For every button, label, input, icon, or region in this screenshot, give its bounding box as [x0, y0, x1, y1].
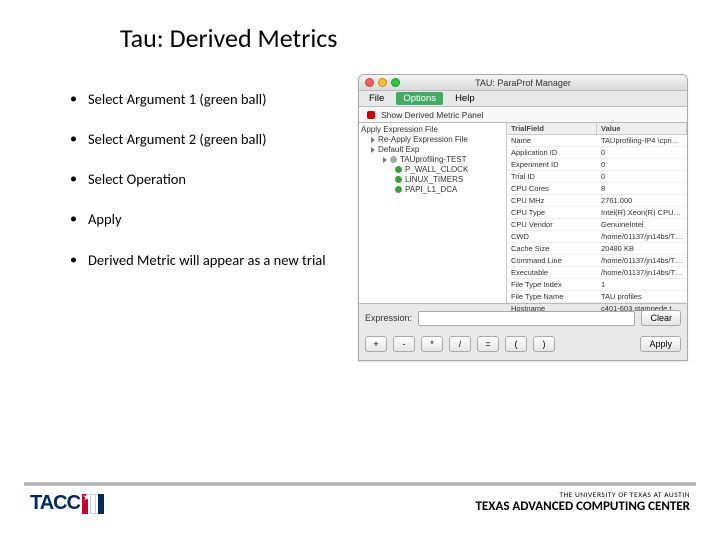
- menu-help[interactable]: Help: [455, 93, 475, 104]
- op-lparen[interactable]: (: [505, 336, 527, 352]
- record-icon[interactable]: [367, 111, 375, 119]
- bullet-item: Derived Metric will appear as a new tria…: [70, 251, 340, 291]
- metric-icon: [395, 186, 402, 193]
- table-row[interactable]: CPU VendorGenuineIntel: [507, 219, 687, 231]
- tree-panel[interactable]: Apply Expression File Re-Apply Expressio…: [359, 123, 507, 303]
- tacc-logo: TACC ★: [30, 492, 113, 515]
- table-row[interactable]: File Type NameTAU profiles: [507, 291, 687, 303]
- table-row[interactable]: CPU MHz2761.000: [507, 195, 687, 207]
- trial-icon: [390, 156, 397, 163]
- tree-item[interactable]: TAUprofiling-TEST: [361, 155, 506, 165]
- footer: TACC ★ THE UNIVERSITY OF TEXAS AT AUSTIN…: [0, 482, 720, 540]
- star-icon: ★: [83, 492, 90, 503]
- window-title: TAU: ParaProf Manager: [359, 78, 687, 88]
- instruction-list: Select Argument 1 (green ball) Select Ar…: [70, 74, 340, 361]
- table-row[interactable]: Executable/home/01137/jn14bs/TEST: [507, 267, 687, 279]
- op-plus[interactable]: +: [365, 336, 387, 352]
- tree-item[interactable]: P_WALL_CLOCK: [361, 165, 506, 175]
- ut-logo-text: THE UNIVERSITY OF TEXAS AT AUSTIN TEXAS …: [476, 492, 691, 515]
- col-field[interactable]: TrialField: [507, 123, 597, 134]
- tree-item[interactable]: Default Exp: [361, 145, 506, 155]
- twisty-icon: [371, 137, 375, 143]
- tree-item[interactable]: Re-Apply Expression File: [361, 135, 506, 145]
- op-eq[interactable]: =: [477, 336, 499, 352]
- clear-button[interactable]: Clear: [641, 310, 681, 326]
- menu-file[interactable]: File: [369, 93, 384, 104]
- metric-icon: [395, 176, 402, 183]
- bullet-item: Apply: [70, 210, 340, 250]
- toolbar-label[interactable]: Show Derived Metric Panel: [381, 110, 484, 120]
- table-row[interactable]: Cache Size20480 KB: [507, 243, 687, 255]
- metric-icon: [395, 166, 402, 173]
- twisty-icon: [383, 157, 387, 163]
- table-row[interactable]: Application ID0: [507, 147, 687, 159]
- table-row[interactable]: CPU Cores8: [507, 183, 687, 195]
- operator-row: + - * / = ( ) Apply: [359, 332, 687, 360]
- paraprof-window: TAU: ParaProf Manager File Options Help …: [358, 74, 688, 361]
- bullet-item: Select Argument 2 (green ball): [70, 130, 340, 170]
- bullet-item: Select Argument 1 (green ball): [70, 90, 340, 130]
- table-row[interactable]: Command Line/home/01137/jn14bs/TEST: [507, 255, 687, 267]
- expression-label: Expression:: [365, 313, 412, 323]
- toolbar: Show Derived Metric Panel: [359, 107, 687, 123]
- table-row[interactable]: Experiment ID0: [507, 159, 687, 171]
- properties-table: TrialField Value NameTAUprofiling-IP4 \c…: [507, 123, 687, 303]
- bullet-item: Select Operation: [70, 170, 340, 210]
- table-row[interactable]: NameTAUprofiling-IP4 \cprinth0: [507, 135, 687, 147]
- op-mult[interactable]: *: [421, 336, 443, 352]
- menubar: File Options Help: [359, 91, 687, 107]
- expression-input[interactable]: [418, 311, 635, 326]
- col-value[interactable]: Value: [597, 123, 687, 134]
- table-header: TrialField Value: [507, 123, 687, 135]
- tree-item[interactable]: PAPI_L1_DCA: [361, 185, 506, 195]
- twisty-icon: [371, 147, 375, 153]
- table-row[interactable]: CPU TypeIntel(R) Xeon(R) CPU E5-2680: [507, 207, 687, 219]
- table-row[interactable]: CWD/home/01137/jn14bs/TEST: [507, 231, 687, 243]
- tree-item[interactable]: LINUX_TIMERS: [361, 175, 506, 185]
- titlebar[interactable]: TAU: ParaProf Manager: [359, 75, 687, 91]
- table-row[interactable]: Trial ID0: [507, 171, 687, 183]
- apply-button[interactable]: Apply: [640, 336, 681, 352]
- table-row[interactable]: File Type Index1: [507, 279, 687, 291]
- slide-title: Tau: Derived Metrics: [0, 0, 720, 66]
- op-rparen[interactable]: ): [533, 336, 555, 352]
- op-div[interactable]: /: [449, 336, 471, 352]
- op-minus[interactable]: -: [393, 336, 415, 352]
- tree-item[interactable]: Apply Expression File: [361, 125, 506, 135]
- menu-options[interactable]: Options: [396, 92, 443, 105]
